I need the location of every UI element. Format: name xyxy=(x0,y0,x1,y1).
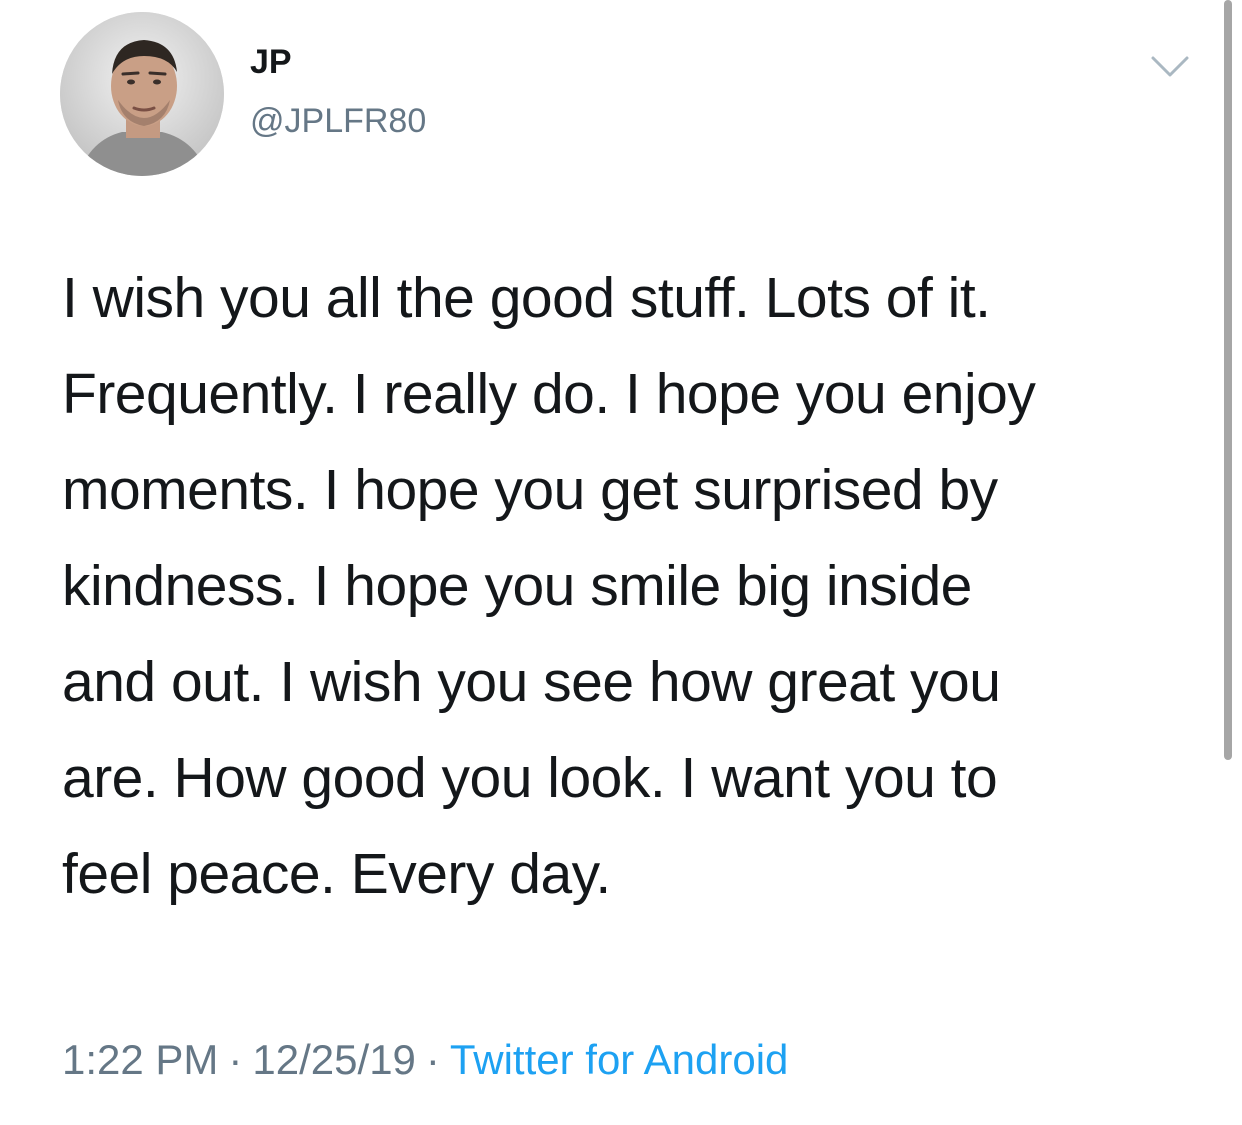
tweet-source-link[interactable]: Twitter for Android xyxy=(450,1036,788,1083)
scrollbar[interactable] xyxy=(1224,0,1232,760)
user-handle[interactable]: @JPLFR80 xyxy=(250,101,426,141)
profile-photo-icon xyxy=(60,12,224,176)
avatar[interactable] xyxy=(60,12,224,176)
tweet-time: 1:22 PM xyxy=(62,1036,219,1083)
chevron-down-icon[interactable] xyxy=(1150,54,1190,80)
tweet-text: I wish you all the good stuff. Lots of i… xyxy=(62,266,1036,906)
separator-dot: · xyxy=(425,1036,440,1083)
tweet-metadata: 1:22 PM · 12/25/19 · Twitter for Android xyxy=(62,1034,788,1086)
tweet: JP @JPLFR80 I wish you all the good stuf… xyxy=(0,0,1242,1125)
tweet-date: 12/25/19 xyxy=(252,1036,416,1083)
display-name[interactable]: JP xyxy=(250,42,292,82)
separator-dot: · xyxy=(228,1036,243,1083)
